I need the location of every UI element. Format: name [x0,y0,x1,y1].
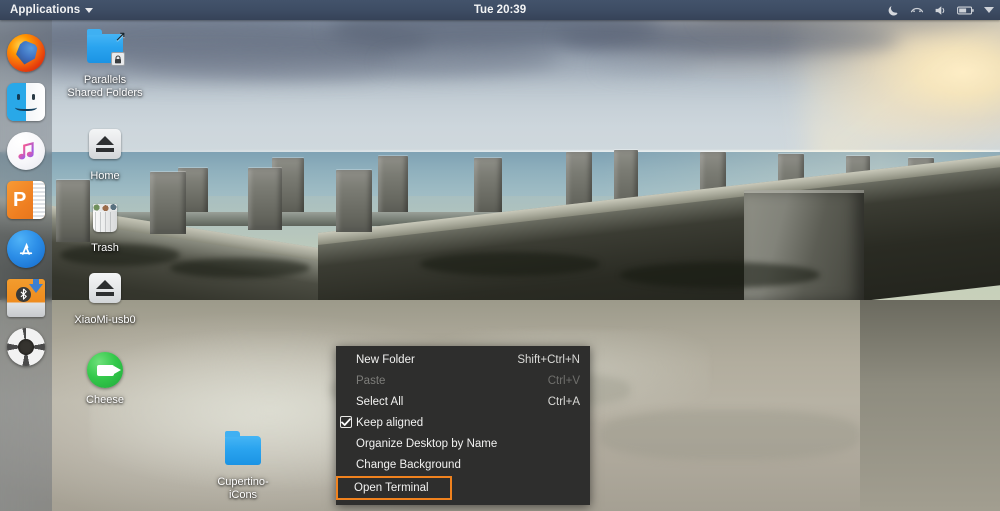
bluetooth-transfer-icon [7,278,45,317]
context-menu-item-label: Open Terminal [354,482,429,494]
folder-icon [221,430,265,474]
desktop-icon-cupertino-icons[interactable]: Cupertino-iCons [205,430,281,501]
checkbox-checked-icon[interactable] [340,416,352,428]
music-icon [7,131,45,170]
dock-item-app-store[interactable] [0,224,52,273]
desktop-icon-label: Trash [91,242,119,254]
context-menu-item-keep-aligned[interactable]: Keep aligned [336,412,590,433]
dock-item-help[interactable] [0,322,52,371]
context-menu-item-accel: Ctrl+A [547,395,580,408]
context-menu-item-label: Organize Desktop by Name [356,437,498,450]
wallpaper-right-ground [860,300,1000,511]
finder-icon [7,82,45,121]
wallpaper-pillar [378,156,408,216]
network-icon[interactable] [910,4,924,17]
wallpaper-pillar [474,158,502,216]
context-menu-item-label: Keep aligned [356,416,424,429]
context-menu-item-label: New Folder [356,353,415,366]
system-tray [887,0,994,20]
desktop-icon-trash[interactable]: Trash [67,196,143,255]
drive-eject-icon [83,268,127,312]
context-menu-item-label: Change Background [356,458,461,471]
trash-icon [83,196,127,240]
context-menu-item-paste: Paste Ctrl+V [336,370,590,391]
context-menu-item-new-folder[interactable]: New Folder Shift+Ctrl+N [336,349,590,370]
chevron-down-icon[interactable] [984,6,994,14]
desktop-icon-label: XiaoMi-usb0 [74,314,136,326]
top-panel: Applications Tue 20:39 [0,0,1000,20]
desktop-screen: Applications Tue 20:39 P ↗ Parallels Sha… [0,0,1000,511]
desktop-context-menu: New Folder Shift+Ctrl+N Paste Ctrl+V Sel… [336,346,590,505]
context-menu-item-accel: Shift+Ctrl+N [517,353,580,366]
presentation-icon: P [7,180,45,219]
left-dock: P [0,20,52,511]
dock-item-firefox[interactable] [0,28,52,77]
folder-shortcut-locked-icon: ↗ [83,28,127,72]
context-menu-item-change-background[interactable]: Change Background [336,454,590,475]
night-mode-icon[interactable] [887,4,900,17]
drive-eject-icon [83,124,127,168]
battery-icon[interactable] [957,5,974,16]
desktop-icon-label: Parallels Shared Folders [67,74,143,99]
wallpaper-pillar [248,168,282,230]
wallpaper-wet-streak [600,410,860,460]
volume-icon[interactable] [934,4,947,17]
desktop-icon-home[interactable]: Home [67,124,143,183]
wallpaper-moss [620,262,820,288]
lifebuoy-icon [7,327,45,366]
desktop-icon-xiaomi-usb0[interactable]: XiaoMi-usb0 [67,268,143,327]
desktop-icon-parallels-shared-folders[interactable]: ↗ Parallels Shared Folders [67,28,143,99]
dock-item-music[interactable] [0,126,52,175]
context-menu-item-accel: Ctrl+V [547,374,580,387]
context-menu-item-organize-desktop-by-name[interactable]: Organize Desktop by Name [336,433,590,454]
dock-item-finder[interactable] [0,77,52,126]
wallpaper-moss [170,258,310,278]
presentation-icon-glyph: P [13,188,27,211]
desktop-icon-label: Cheese [86,394,124,406]
context-menu-item-open-terminal[interactable]: Open Terminal [336,476,452,500]
clock[interactable]: Tue 20:39 [0,4,1000,16]
camera-icon [83,348,127,392]
wallpaper-moss [420,252,600,276]
desktop-icon-cheese[interactable]: Cheese [67,348,143,407]
dock-item-presentation[interactable]: P [0,175,52,224]
context-menu-item-select-all[interactable]: Select All Ctrl+A [336,391,590,412]
firefox-icon [7,33,45,72]
desktop-icon-label: Home [90,170,120,182]
dock-item-bluetooth-transfer[interactable] [0,273,52,322]
app-store-icon [7,229,45,268]
wallpaper-pillar [150,172,186,234]
desktop-icon-label: Cupertino-iCons [217,476,269,501]
context-menu-item-label: Select All [356,395,404,408]
wallpaper-pillar [336,170,372,232]
context-menu-item-label: Paste [356,374,386,387]
